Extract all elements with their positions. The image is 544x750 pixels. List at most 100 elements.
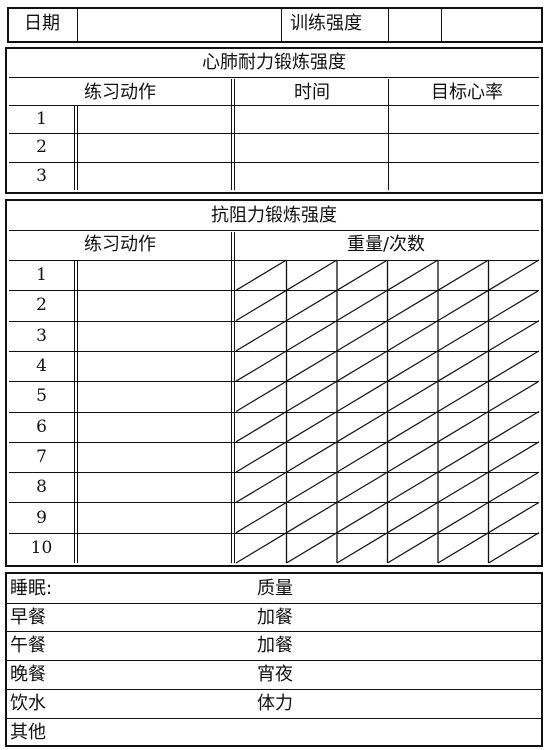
resistance-row-number: 2 (36, 295, 47, 316)
breakfast-field[interactable] (64, 604, 254, 631)
grid-diagonal (336, 441, 388, 473)
grid-diagonal (235, 532, 287, 564)
resistance-exercise-field[interactable] (79, 291, 229, 319)
snack1-field[interactable] (300, 604, 538, 631)
resistance-exercise-field[interactable] (79, 261, 229, 289)
grid-diagonal (488, 350, 540, 382)
late-snack-field[interactable] (300, 661, 538, 688)
grid-diagonal (286, 259, 338, 291)
grid-diagonal (437, 501, 489, 534)
energy-field[interactable] (300, 690, 538, 717)
quality-label: 质量 (257, 578, 293, 599)
other-field-wide[interactable] (257, 719, 538, 746)
grid-diagonal (437, 380, 489, 413)
grid-diagonal (235, 259, 287, 291)
resistance-row-number: 4 (36, 356, 47, 377)
resistance-exercise-field[interactable] (79, 352, 229, 380)
grid-diagonal (437, 410, 489, 443)
dinner-field[interactable] (64, 661, 254, 688)
dinner-label: 晚餐 (10, 664, 46, 686)
grid-diagonal (336, 350, 388, 382)
resistance-row-number: 6 (36, 416, 47, 437)
grid-diagonal (488, 380, 540, 413)
sleep-label: 睡眠: (10, 578, 53, 599)
grid-diagonal (286, 441, 338, 473)
grid-diagonal (336, 289, 388, 322)
grid-diagonal (437, 350, 489, 382)
resistance-row-number: 3 (36, 325, 47, 346)
other-label: 其他 (10, 721, 46, 743)
grid-diagonal (437, 320, 489, 352)
grid-diagonal (387, 289, 439, 322)
grid-diagonal (235, 441, 287, 473)
grid-diagonal (437, 532, 489, 564)
grid-diagonal (336, 320, 388, 352)
grid-diagonal (387, 259, 439, 291)
grid-diagonal (235, 320, 287, 352)
grid-diagonal (387, 441, 439, 473)
grid-diagonal (387, 410, 439, 443)
grid-diagonal (286, 289, 338, 322)
other-field[interactable] (64, 719, 254, 746)
lunch-field[interactable] (64, 632, 254, 659)
grid-diagonal (286, 471, 338, 503)
resistance-row-number: 10 (30, 537, 53, 558)
resistance-row-number: 1 (36, 265, 47, 286)
resistance-exercise-field[interactable] (79, 473, 229, 501)
resistance-row-number: 9 (36, 507, 47, 528)
grid-diagonal (336, 471, 388, 503)
grid-diagonal (235, 501, 287, 534)
energy-label: 体力 (257, 692, 293, 714)
grid-diagonal (437, 471, 489, 503)
resistance-exercise-field[interactable] (79, 534, 229, 562)
grid-diagonal (336, 532, 388, 564)
resistance-exercise-field[interactable] (79, 443, 229, 471)
grid-diagonal (387, 350, 439, 382)
grid-diagonal (488, 501, 540, 534)
resistance-exercise-field[interactable] (79, 382, 229, 410)
quality-field[interactable] (300, 575, 538, 602)
snack1-label: 加餐 (257, 606, 293, 628)
grid-diagonal (336, 501, 388, 534)
grid-diagonal (488, 259, 540, 291)
grid-diagonal (235, 471, 287, 503)
grid-diagonal (286, 380, 338, 413)
resistance-row-number: 8 (36, 477, 47, 498)
grid-diagonal (235, 410, 287, 443)
grid-diagonal (488, 532, 540, 564)
grid-diagonal (336, 410, 388, 443)
grid-diagonal (336, 259, 388, 291)
resistance-row-number: 5 (36, 386, 47, 407)
grid-diagonal (286, 350, 338, 382)
grid-diagonal (488, 441, 540, 473)
grid-diagonal (387, 380, 439, 413)
snack2-label: 加餐 (257, 635, 293, 657)
water-label: 饮水 (10, 692, 46, 714)
grid-diagonal (437, 259, 489, 291)
grid-diagonal (235, 380, 287, 413)
resistance-exercise-field[interactable] (79, 413, 229, 441)
grid-diagonal (336, 380, 388, 413)
sleep-field[interactable] (64, 575, 254, 602)
grid-diagonal (235, 289, 287, 322)
grid-diagonal (235, 350, 287, 382)
grid-diagonal (488, 471, 540, 503)
grid-diagonal (488, 410, 540, 443)
grid-diagonal (437, 289, 489, 322)
grid-diagonal (286, 320, 338, 352)
resistance-row-number: 7 (36, 446, 47, 467)
grid-diagonal (488, 289, 540, 322)
grid-diagonal (437, 441, 489, 473)
grid-diagonal (286, 501, 338, 534)
resistance-exercise-field[interactable] (79, 322, 229, 350)
grid-diagonal (387, 501, 439, 534)
grid-diagonal (387, 532, 439, 564)
snack2-field[interactable] (300, 632, 538, 659)
grid-diagonal (387, 471, 439, 503)
water-field[interactable] (64, 690, 254, 717)
grid-diagonal (387, 320, 439, 352)
lunch-label: 午餐 (10, 635, 46, 657)
resistance-exercise-field[interactable] (79, 503, 229, 531)
late-snack-label: 宵夜 (257, 664, 293, 686)
grid-diagonal (488, 320, 540, 352)
